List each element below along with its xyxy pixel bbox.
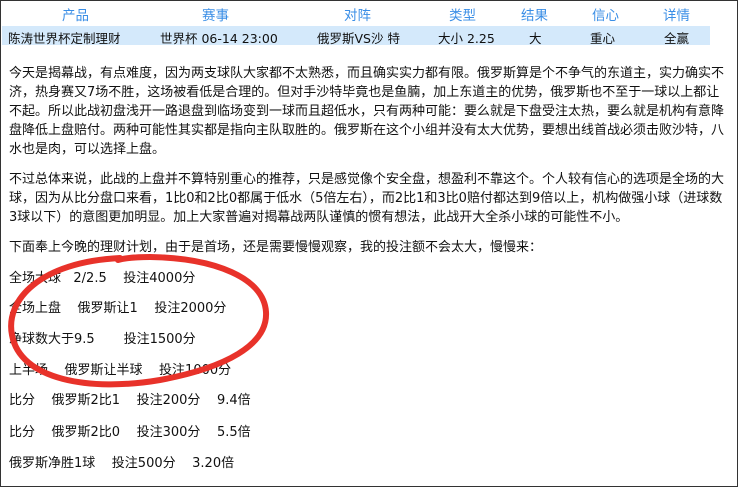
plan-item: 全场上盘 俄罗斯让1 投注2000分 bbox=[9, 301, 227, 316]
article-paragraph: 不过总体来说，此战的上盘并不算特别重心的推荐，只是感觉像个安全盘，想盈利不靠这个… bbox=[9, 172, 725, 225]
plan-item: 净球数大于9.5 投注1500分 bbox=[9, 332, 196, 347]
cell-details: 全赢 bbox=[664, 31, 690, 46]
plan-item: 上半场 俄罗斯让半球 投注1000分 bbox=[9, 363, 232, 378]
table-row[interactable]: 陈涛世界杯定制理财 世界杯 06-14 23:00 俄罗斯VS沙 特 大小 2.… bbox=[2, 26, 710, 46]
plan-item: 比分 俄罗斯2比0 投注300分 5.5倍 bbox=[9, 425, 251, 440]
article-paragraph: 下面奉上今晚的理财计划，由于是首场，还是需要慢慢观察，我的投注额不会太大，慢慢来… bbox=[9, 240, 543, 255]
header-details: 详情 bbox=[663, 8, 690, 24]
cell-product: 陈涛世界杯定制理财 bbox=[8, 31, 121, 46]
header-event: 赛事 bbox=[202, 8, 229, 24]
header-product: 产品 bbox=[62, 8, 89, 24]
plan-item: 俄罗斯净胜1球 投注500分 3.20倍 bbox=[9, 456, 235, 471]
header-type: 类型 bbox=[449, 8, 476, 24]
article-body: 今天是揭幕战，有点难度，因为两支球队大家都不太熟悉，而且确实实力都有限。俄罗斯算… bbox=[9, 64, 727, 268]
header-confidence: 信心 bbox=[592, 8, 619, 24]
table-header: 产品 赛事 对阵 类型 结果 信心 详情 bbox=[0, 0, 738, 25]
cell-type: 大小 2.25 bbox=[438, 31, 495, 46]
header-matchup: 对阵 bbox=[344, 8, 371, 24]
cell-matchup: 俄罗斯VS沙 特 bbox=[317, 31, 400, 46]
plan-item: 比分 俄罗斯2比1 投注200分 9.4倍 bbox=[9, 393, 251, 408]
plan-item: 全场大球 2/2.5 投注4000分 bbox=[9, 271, 196, 286]
cell-confidence: 重心 bbox=[590, 31, 616, 46]
header-result: 结果 bbox=[521, 8, 548, 24]
article-paragraph: 今天是揭幕战，有点难度，因为两支球队大家都不太熟悉，而且确实实力都有限。俄罗斯算… bbox=[9, 66, 725, 157]
cell-event: 世界杯 06-14 23:00 bbox=[160, 31, 278, 46]
cell-result: 大 bbox=[529, 31, 542, 46]
